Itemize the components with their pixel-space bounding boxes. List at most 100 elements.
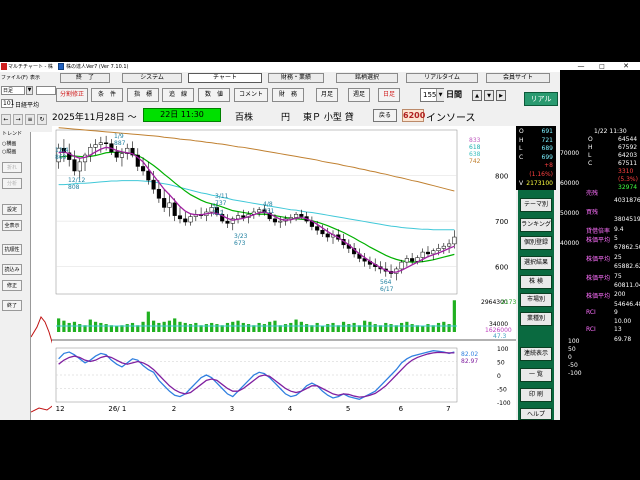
- volume-bar: [130, 322, 135, 332]
- date-from: 2025年11月28日 ～: [52, 113, 137, 123]
- volume-bar: [204, 324, 208, 332]
- index-label-value: 9.4: [614, 225, 624, 233]
- arrow-right-icon[interactable]: ▶: [496, 90, 506, 101]
- btn-individual-register[interactable]: 個別登録: [520, 236, 552, 250]
- btn-ranking[interactable]: ランキング: [520, 218, 552, 232]
- side-btn-exit[interactable]: 終了: [2, 300, 22, 311]
- index-value: 3310: [618, 168, 634, 175]
- side-btn-order[interactable]: 抗順性: [2, 244, 22, 255]
- btn-help[interactable]: ヘルプ: [520, 408, 552, 420]
- date-to[interactable]: 22日 11:30: [143, 108, 221, 122]
- radio-vertical[interactable]: ○縦画: [2, 148, 16, 155]
- volume-bar: [178, 321, 182, 332]
- candle: [119, 153, 125, 158]
- main-window: マルチチャート - 株 ファイル(F) 表示 日足 ▼ 101 日経平均 ← →…: [0, 62, 56, 420]
- candle: [156, 188, 161, 199]
- side-btn-settings[interactable]: 設定: [2, 204, 22, 215]
- top-btn-exit[interactable]: 終 了: [60, 73, 110, 83]
- currency-label: 円: [281, 113, 291, 123]
- index-label-value: 67862.50: [614, 244, 640, 252]
- btn-values[interactable]: 数 値: [198, 88, 230, 102]
- osc-tick-label: -100: [497, 400, 511, 407]
- btn-weekly[interactable]: 週足: [348, 88, 370, 102]
- forward-arrow-icon[interactable]: →: [13, 114, 23, 125]
- volume-bar: [99, 322, 103, 332]
- volume-bar: [315, 322, 319, 332]
- volume-bar: [78, 324, 82, 332]
- candle: [294, 214, 299, 218]
- index-data-panel: 1/22 11:30 O 64544 H 67592 L 64203 C 67511 3310 (5…: [560, 70, 640, 420]
- btn-by-industry[interactable]: 業種別: [520, 312, 552, 326]
- btn-add-line[interactable]: 追 線: [162, 88, 194, 102]
- main-code-box[interactable]: 101: [1, 99, 14, 108]
- btn-comment[interactable]: コメント: [234, 88, 268, 102]
- btn-monthly[interactable]: 月足: [316, 88, 338, 102]
- side-btn-fix[interactable]: 修正: [2, 280, 22, 291]
- quote-value: 699: [541, 153, 553, 161]
- chevron-down-icon[interactable]: ▼: [436, 89, 444, 101]
- window-title: 株の達人Ver7 (Ver 7.10.1): [66, 64, 129, 70]
- volume-bar: [283, 324, 288, 332]
- btn-by-market[interactable]: 市場別: [520, 293, 552, 307]
- stock-code-box[interactable]: 6200: [402, 109, 425, 122]
- candle: [288, 217, 293, 220]
- volume-bar: [225, 322, 230, 332]
- btn-split-adjust[interactable]: 分割修正: [56, 88, 88, 102]
- btn-financials[interactable]: 財 務: [272, 88, 304, 102]
- osc-tick-label: 100: [497, 346, 509, 353]
- index-label: 買残: [586, 208, 599, 216]
- btn-print[interactable]: 印 刷: [520, 388, 552, 402]
- index-axis-tick: 60000: [560, 180, 580, 187]
- btn-condition[interactable]: 条 件: [91, 88, 123, 102]
- list-icon[interactable]: ≡: [25, 114, 35, 125]
- legend-value: 638: [469, 151, 481, 158]
- btn-list[interactable]: 一 覧: [520, 368, 552, 382]
- secondary-combo[interactable]: [36, 86, 56, 95]
- side-btn-load[interactable]: 読込み: [2, 264, 22, 275]
- main-titlebar: マルチチャート - 株: [0, 62, 56, 72]
- chevron-down-icon[interactable]: ▼: [26, 86, 33, 95]
- btn-daily[interactable]: 日足: [378, 88, 400, 102]
- top-btn-system[interactable]: システム: [122, 73, 182, 83]
- side-btn-line[interactable]: 折れ: [2, 162, 22, 173]
- top-btn-stock-select[interactable]: 銘柄選択: [336, 73, 398, 83]
- btn-indicator[interactable]: 指 標: [127, 88, 159, 102]
- x-tick-label: 3: [230, 405, 234, 413]
- period-combo[interactable]: 日足: [1, 86, 25, 95]
- btn-continuous[interactable]: 連続表示: [520, 347, 552, 361]
- candle: [77, 161, 82, 172]
- menu-file[interactable]: ファイル(F): [1, 74, 28, 81]
- volume-label: 2173100: [501, 299, 516, 306]
- tab-chart[interactable]: チャート: [188, 73, 262, 83]
- volume-bar: [231, 321, 235, 332]
- main-window-title: マルチチャート - 株: [8, 64, 53, 70]
- volume-bar: [115, 326, 119, 332]
- refresh-icon[interactable]: ↻: [37, 114, 47, 125]
- side-btn-analysis[interactable]: 分析: [2, 178, 22, 189]
- radio-horizontal[interactable]: ○横画: [2, 140, 16, 147]
- top-btn-realtime[interactable]: リアルタイム: [406, 73, 478, 83]
- index-axis-tick: 50000: [560, 210, 580, 217]
- arrow-down-icon[interactable]: ▼: [484, 90, 494, 101]
- chart-annotation: 12/4: [55, 147, 69, 154]
- btn-select-result[interactable]: 選択結果: [520, 256, 552, 270]
- back-button[interactable]: 戻る: [373, 109, 397, 122]
- menu-view[interactable]: 表示: [30, 74, 40, 81]
- candle: [114, 151, 119, 158]
- top-btn-member-site[interactable]: 会員サイト: [486, 73, 550, 83]
- arrow-up-icon[interactable]: ▲: [472, 90, 482, 101]
- price-chart[interactable]: 60070080012/48691/988712/128083/11737 4/8…: [52, 126, 516, 420]
- osc-tick-label: 0: [497, 373, 501, 380]
- quote-row: O 691: [517, 128, 554, 136]
- index-label: 売残: [586, 190, 599, 197]
- volume-bar: [299, 321, 303, 332]
- index-label: RCI: [586, 308, 596, 316]
- back-arrow-icon[interactable]: ←: [1, 114, 11, 125]
- top-btn-finance[interactable]: 財務・業績: [268, 73, 324, 83]
- realtime-button[interactable]: リアル: [524, 92, 558, 106]
- side-btn-show-all[interactable]: 全表示: [2, 220, 22, 231]
- btn-stock-search[interactable]: 株 検: [520, 275, 552, 289]
- x-tick-label: 6: [399, 405, 404, 413]
- btn-theme[interactable]: テーマ別: [520, 198, 552, 212]
- volume-bar: [125, 324, 129, 332]
